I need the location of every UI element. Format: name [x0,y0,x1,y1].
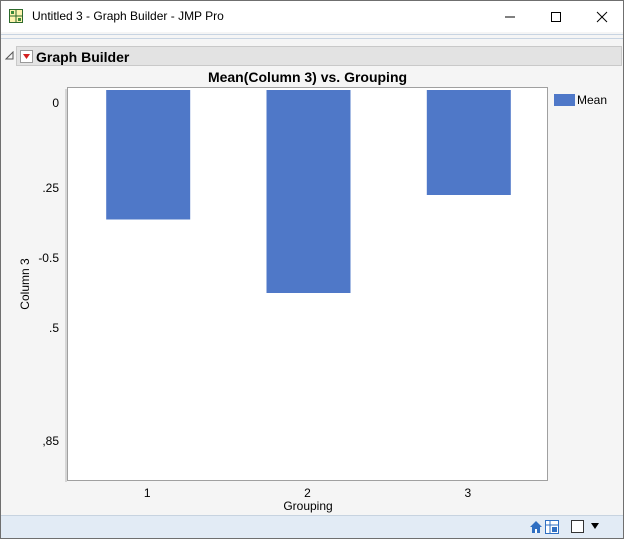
toolbar-divider [1,38,623,39]
minimize-button[interactable] [487,1,533,32]
plot-area[interactable] [67,87,548,481]
dropdown-arrow-icon[interactable] [590,521,600,531]
y-tick-label: ,85 [42,434,59,448]
close-button[interactable] [579,1,623,32]
red-triangle-icon[interactable] [20,50,33,63]
x-axis-title[interactable]: Grouping [263,499,353,513]
x-tick-label: 1 [143,486,151,500]
home-icon[interactable] [529,520,543,534]
toolbar-divider [1,34,623,35]
table-icon[interactable] [545,520,559,534]
y-tick-label: -0.5 [38,251,59,265]
title-bar[interactable]: Untitled 3 - Graph Builder - JMP Pro [1,1,623,32]
maximize-icon [551,11,561,22]
legend-label: Mean [577,93,608,107]
y-tick-label: .25 [42,181,59,195]
y-tick-label: 0 [52,96,59,110]
minimize-icon [505,16,515,17]
outline-title-box: Graph Builder [16,46,622,66]
bar-3[interactable] [426,90,511,195]
status-bar [1,515,623,538]
chart-title: Mean(Column 3) vs. Grouping [207,69,408,85]
y-tick-label: .5 [48,321,59,335]
bar-1[interactable] [106,90,191,220]
bar-2[interactable] [266,90,351,293]
close-icon [596,11,608,22]
outline-header: Graph Builder [1,45,623,67]
x-tick-label: 2 [304,486,311,500]
disclosure-triangle-icon[interactable] [5,51,14,60]
jmp-grid-icon [9,9,23,23]
outline-title: Graph Builder [36,49,130,65]
maximize-button[interactable] [533,1,579,32]
y-axis-title[interactable]: Column 3 [18,254,32,314]
graph-builder-window: Untitled 3 - Graph Builder - JMP Pro Gra… [0,0,624,539]
legend-swatch [554,94,575,106]
window-title: Untitled 3 - Graph Builder - JMP Pro [32,9,224,23]
bar-chart-svg [106,90,511,293]
x-tick-label: 3 [464,486,472,500]
checkbox-icon[interactable] [571,520,585,534]
